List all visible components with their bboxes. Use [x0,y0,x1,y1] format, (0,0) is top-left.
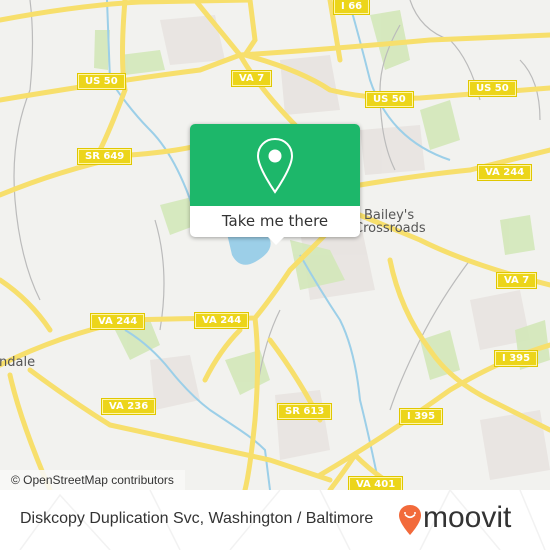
take-me-there-button[interactable]: Take me there [190,206,360,237]
popup-header [190,124,360,206]
place-label-baileys-crossroads: Bailey's Crossroads [354,208,426,236]
map-attribution[interactable]: © OpenStreetMap contributors [0,470,185,490]
road-shield-i395: I 395 [398,408,444,425]
moovit-wordmark: moovit [423,501,512,534]
road-shield-va244: VA 244 [89,313,146,330]
road-shield-va401: VA 401 [347,476,404,490]
road-shield-va7: VA 7 [495,272,538,289]
map[interactable]: I 66 US 50 VA 7 US 50 US 50 SR 649 VA 24… [0,0,550,490]
location-title: Diskcopy Duplication Svc, Washington / B… [20,510,374,527]
road-shield-i395: I 395 [493,350,539,367]
road-shield-sr649: SR 649 [76,148,133,165]
road-shield-va244: VA 244 [476,164,533,181]
road-shield-va236: VA 236 [100,398,157,415]
location-popup: Take me there [190,124,360,245]
road-shield-us50: US 50 [365,91,414,108]
footer: Diskcopy Duplication Svc, Washington / B… [0,490,550,550]
moovit-smiley-pin-icon [399,505,421,535]
road-shield-va244: VA 244 [193,312,250,329]
road-shield-i66: I 66 [332,0,371,15]
road-shield-sr613: SR 613 [276,403,333,420]
road-shield-us50: US 50 [77,73,126,90]
road-shield-us50: US 50 [468,80,517,97]
road-shield-va7: VA 7 [230,70,273,87]
map-pin-icon [256,137,294,194]
place-label-annandale: ndale [0,355,36,370]
popup-tail [267,236,285,245]
